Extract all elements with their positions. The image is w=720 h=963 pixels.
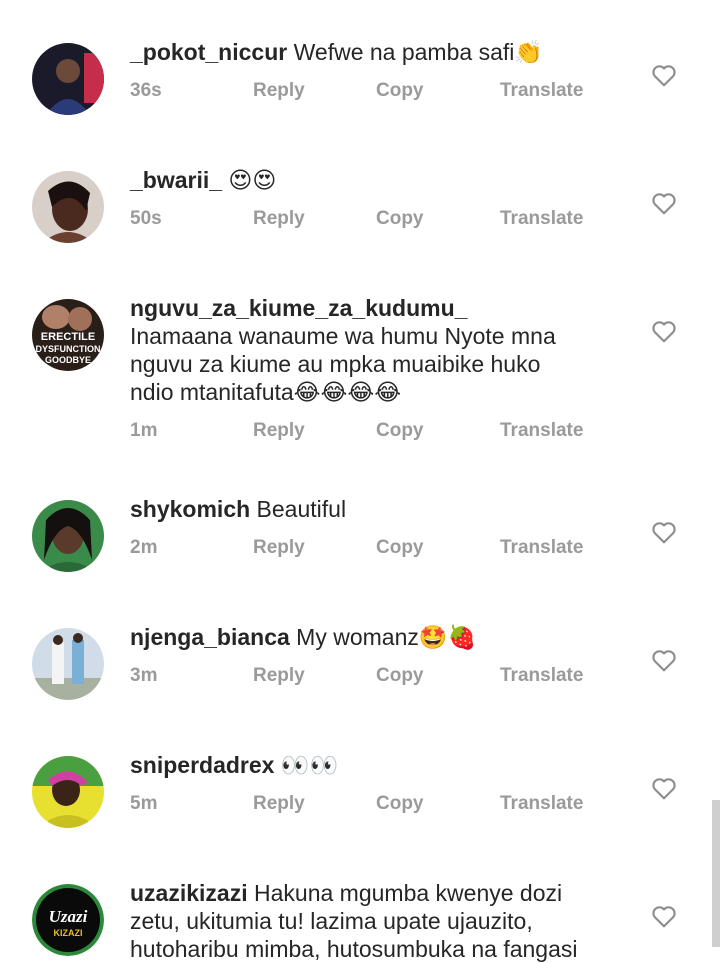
comment-time: 2m	[130, 537, 158, 558]
avatar[interactable]	[32, 500, 104, 572]
scrollbar[interactable]	[712, 800, 720, 947]
translate-button[interactable]: Translate	[500, 665, 583, 687]
copy-button[interactable]: Copy	[376, 80, 424, 102]
translate-button[interactable]: Translate	[500, 208, 583, 230]
copy-button[interactable]: Copy	[376, 665, 424, 687]
avatar-text: DYSFUNCTION	[36, 344, 101, 354]
comment-time: 3m	[130, 665, 158, 686]
avatar[interactable]	[32, 628, 104, 700]
reply-button[interactable]: Reply	[253, 208, 305, 230]
copy-button[interactable]: Copy	[376, 420, 424, 442]
comment-body: uzazikizazi Hakuna mgumba kwenye dozi ze…	[130, 879, 600, 963]
heart-outline-icon[interactable]	[651, 776, 677, 800]
avatar[interactable]	[32, 756, 104, 828]
avatar[interactable]: Uzazi KIZAZI	[32, 884, 104, 956]
heart-outline-icon[interactable]	[651, 520, 677, 544]
avatar-text: KIZAZI	[54, 928, 83, 938]
comment-body: njenga_bianca My womanz🤩🍓	[130, 623, 610, 651]
comment-text: My womanz🤩🍓	[289, 624, 477, 650]
heart-outline-icon[interactable]	[651, 63, 677, 87]
comment-username[interactable]: _bwarii_	[130, 167, 222, 193]
copy-button[interactable]: Copy	[376, 537, 424, 559]
heart-outline-icon[interactable]	[651, 191, 677, 215]
comment-text: Beautiful	[250, 496, 347, 522]
comment-text: Inamaana wanaume wa humu Nyote mna nguvu…	[130, 323, 556, 405]
avatar-text: GOODBYE	[45, 355, 91, 365]
avatar[interactable]	[32, 171, 104, 243]
comment-username[interactable]: _pokot_niccur	[130, 39, 287, 65]
comment-username[interactable]: shykomich	[130, 496, 250, 522]
comment-time: 5m	[130, 793, 158, 814]
comment-text: Wefwe na pamba safi👏	[287, 39, 543, 65]
comment-username[interactable]: sniperdadrex	[130, 752, 274, 778]
reply-button[interactable]: Reply	[253, 793, 305, 815]
comment-time: 36s	[130, 80, 162, 101]
reply-button[interactable]: Reply	[253, 537, 305, 559]
reply-button[interactable]: Reply	[253, 80, 305, 102]
comment-username[interactable]: uzazikizazi	[130, 880, 248, 906]
heart-outline-icon[interactable]	[651, 904, 677, 928]
comment-body: sniperdadrex 👀👀	[130, 751, 610, 779]
comment-body: _pokot_niccur Wefwe na pamba safi👏	[130, 38, 610, 66]
comment-time: 50s	[130, 208, 162, 229]
comment-time: 1m	[130, 420, 158, 441]
avatar[interactable]: ERECTILE DYSFUNCTION GOODBYE	[32, 299, 104, 371]
copy-button[interactable]: Copy	[376, 793, 424, 815]
translate-button[interactable]: Translate	[500, 793, 583, 815]
translate-button[interactable]: Translate	[500, 80, 583, 102]
comment-username[interactable]: njenga_bianca	[130, 624, 290, 650]
comments-list: _pokot_niccur Wefwe na pamba safi👏 36s R…	[0, 0, 720, 962]
reply-button[interactable]: Reply	[253, 420, 305, 442]
comment-text: 👀👀	[274, 752, 339, 778]
avatar[interactable]	[32, 43, 104, 115]
translate-button[interactable]: Translate	[500, 537, 583, 559]
comment-username[interactable]: nguvu_za_kiume_za_kudumu_	[130, 295, 467, 321]
copy-button[interactable]: Copy	[376, 208, 424, 230]
reply-button[interactable]: Reply	[253, 665, 305, 687]
comment-body: nguvu_za_kiume_za_kudumu_ Inamaana wanau…	[130, 294, 566, 406]
avatar-text: Uzazi	[49, 907, 88, 926]
translate-button[interactable]: Translate	[500, 420, 583, 442]
comment-body: shykomich Beautiful	[130, 495, 610, 523]
avatar-text: ERECTILE	[41, 331, 95, 343]
comment-body: _bwarii_ 😍😍	[130, 166, 610, 194]
comment-text: 😍😍	[222, 167, 277, 193]
heart-outline-icon[interactable]	[651, 648, 677, 672]
heart-outline-icon[interactable]	[651, 319, 677, 343]
